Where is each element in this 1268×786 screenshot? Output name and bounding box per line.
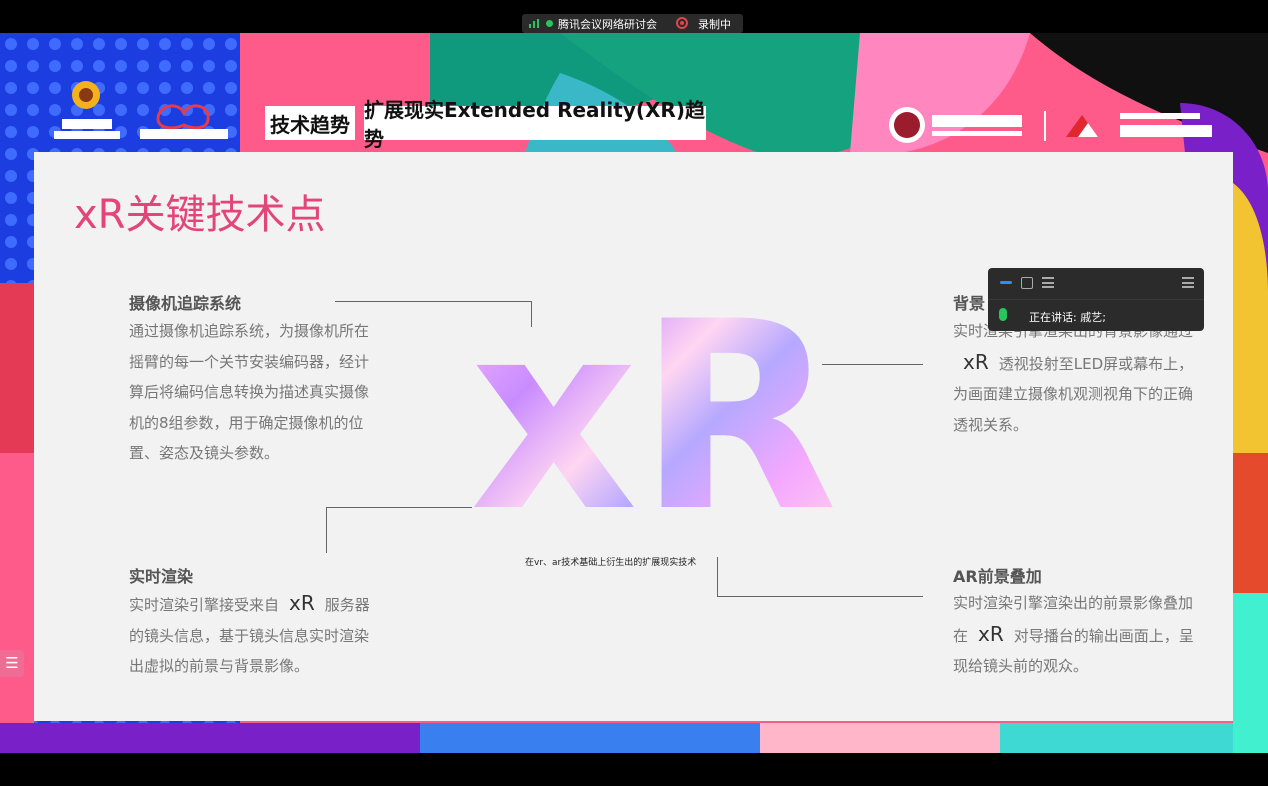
signal-icon [529,19,541,28]
meeting-bottom-bar [0,753,1268,786]
connector-line [717,596,923,597]
xr-caption: 在vr、ar技术基础上衍生出的扩展现实技术 [525,558,697,568]
side-panel-toggle-icon[interactable]: ☰ [0,650,24,677]
section-title-background: 背景 [953,294,986,313]
section-body-realtime-render: 实时渲染引擎接受来自 xR 服务器 的镜头信息，基于镜头信息实时渲染 出虚拟的前景与… [129,591,370,675]
section-body-background: 实时渲染引擎渲染出的背景影像通过 xR 透视投射至LED屏或幕布上， 为画面建立摄… [953,322,1194,434]
cartoon-museum-logo [138,95,230,145]
speaking-indicator: 正在讲话: 戚艺; [1029,311,1106,324]
floating-meeting-panel[interactable]: 正在讲话: 戚艺; [988,268,1204,331]
logo-divider [1044,111,1046,141]
slide: xR关键技术点 摄像机追踪系统 通过摄像机追踪系统，为摄像机所在 摇臂的每一个关… [34,152,1233,721]
section-title-ar-overlay: AR前景叠加 [953,567,1042,586]
topic-label-xr: 扩展现实Extended Reality(XR)趋势 [364,98,706,151]
floating-panel-toolbar [988,268,1204,300]
meeting-status-pill[interactable]: 腾讯会议网络研讨会 录制中 [522,14,743,33]
meeting-top-bar: 腾讯会议网络研讨会 录制中 [0,0,1268,33]
section-title-realtime-render: 实时渲染 [129,567,194,586]
connector-line [326,507,327,553]
list-view-icon[interactable] [1042,277,1054,288]
xr-hero-text: xR [470,267,838,569]
window-icon[interactable] [1021,277,1033,289]
minimize-icon[interactable] [1000,281,1012,284]
microphone-icon [999,308,1007,321]
recording-label: 录制中 [698,18,731,31]
meeting-title: 腾讯会议网络研讨会 [558,18,657,31]
section-body-ar-overlay: 实时渲染引擎渲染出的前景影像叠加 在 xR 对导播台的输出画面上，呈 现给镜头前的观… [953,594,1194,675]
connector-line [326,507,472,508]
topic-label-trend: 技术趋势 [265,106,355,140]
hubei-business-college-logo [888,105,1028,145]
record-icon [676,17,688,29]
section-body-camera-tracking: 通过摄像机追踪系统，为摄像机所在 摇臂的每一个关节安装编码器，经计 算后将编码信… [129,322,370,462]
status-dot-icon [546,20,553,27]
section-title-camera-tracking: 摄像机追踪系统 [129,294,242,313]
micicaf-logo [52,73,122,145]
slide-title: xR关键技术点 [74,192,326,238]
art-communication-school-logo [1062,109,1214,143]
expand-panel-icon[interactable] [1182,277,1194,288]
